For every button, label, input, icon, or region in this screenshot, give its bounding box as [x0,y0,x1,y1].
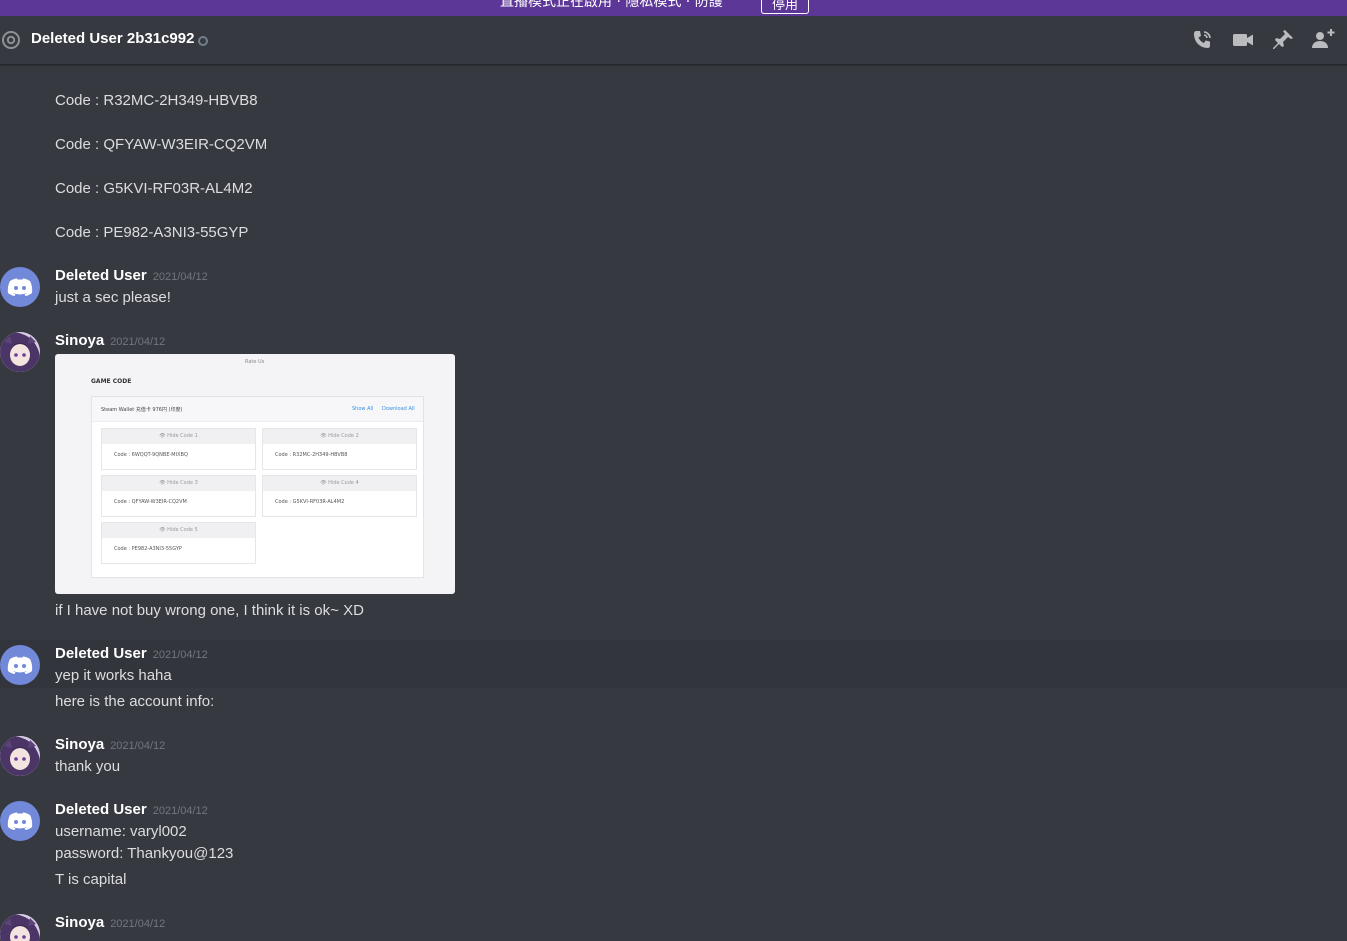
message-text: thank you [55,758,121,775]
embed-code-box: 👁 Hide Code 3 Code : QFYAW-W3EIR-CQ2VM [101,475,256,517]
embed-download-all: Download All [382,406,415,412]
message-text: password: Thankyou@123 [55,845,234,862]
embed-code-value: Code : G5KVI-RF03R-AL4M2 [275,499,345,505]
banner-text: 直播模式正在啟用 · 隱私模式 · 防護 [500,0,723,10]
author-name[interactable]: Sinoya [55,332,104,349]
embed-code-value: Code : QFYAW-W3EIR-CQ2VM [114,499,187,505]
message-timestamp: 2021/04/12 [152,649,208,661]
message-author[interactable]: Sinoya 2021/04/12 [55,332,165,349]
message-text: T is capital [55,871,127,888]
avatar[interactable] [0,914,40,941]
embed-show-all: Show All [352,406,374,412]
message-author[interactable]: Deleted User 2021/04/12 [55,801,208,818]
streamer-mode-banner: 直播模式正在啟用 · 隱私模式 · 防護 停用 [0,0,1347,16]
message-line: Code : R32MC-2H349-HBVB8 [55,92,258,109]
anime-character-avatar-icon [0,332,40,372]
avatar[interactable] [0,736,40,776]
message-text: here is the account info: [55,693,215,710]
embed-rate-us: Rate Us [245,359,265,365]
avatar[interactable] [0,645,40,685]
author-name[interactable]: Deleted User [55,645,147,662]
embed-code-head: 👁 Hide Code 1 [102,429,255,444]
embed-code-box: 👁 Hide Code 2 Code : R32MC-2H349-HBVB8 [262,428,417,470]
message-timestamp: 2021/04/12 [110,918,166,930]
message-timestamp: 2021/04/12 [152,805,208,817]
avatar[interactable] [0,332,40,372]
embed-code-value: Code : PE982-A3NI3-55GYP [114,546,182,552]
embed-code-value: Code : 6WQQT-9QNBE-MIXBQ [114,452,188,458]
embed-code-head: 👁 Hide Code 2 [263,429,416,444]
message-text: if I have not buy wrong one, I think it … [55,602,364,619]
message-author[interactable]: Deleted User 2021/04/12 [55,645,208,662]
message-feed[interactable]: Code : R32MC-2H349-HBVB8 Code : QFYAW-W3… [0,65,1347,941]
discord-logo-icon [7,278,33,296]
author-name[interactable]: Sinoya [55,914,104,931]
avatar[interactable] [0,267,40,307]
message-author[interactable]: Deleted User 2021/04/12 [55,267,208,284]
video-camera-icon[interactable] [1231,28,1255,52]
avatar[interactable] [0,801,40,841]
message-author[interactable]: Sinoya 2021/04/12 [55,736,165,753]
message-line: Code : G5KVI-RF03R-AL4M2 [55,180,253,197]
embed-code-box: 👁 Hide Code 5 Code : PE982-A3NI3-55GYP [101,522,256,564]
message-author[interactable]: Sinoya 2021/04/12 [55,914,165,931]
message-timestamp: 2021/04/12 [152,271,208,283]
message-text: yep it works haha [55,667,172,684]
anime-character-avatar-icon [0,914,40,941]
discord-logo-icon [7,656,33,674]
embed-code-box: 👁 Hide Code 1 Code : 6WQQT-9QNBE-MIXBQ [101,428,256,470]
embed-card-title: Steam Wallet 充值卡 976円 (印度) [101,407,183,413]
author-name[interactable]: Deleted User [55,267,147,284]
message-timestamp: 2021/04/12 [110,740,166,752]
at-icon [2,31,20,49]
image-attachment[interactable]: Rate Us GAME CODE Steam Wallet 充值卡 976円 … [55,354,455,594]
author-name[interactable]: Sinoya [55,736,104,753]
phone-call-icon[interactable] [1190,28,1214,52]
embed-heading: GAME CODE [91,378,132,385]
discord-logo-icon [7,812,33,830]
message-text: just a sec please! [55,289,171,306]
message-line: Code : PE982-A3NI3-55GYP [55,224,249,241]
embed-card: Steam Wallet 充值卡 976円 (印度) Show All Down… [91,396,424,578]
pin-icon[interactable] [1271,28,1295,52]
author-name[interactable]: Deleted User [55,801,147,818]
add-friend-icon[interactable] [1311,28,1335,52]
banner-disable-button[interactable]: 停用 [761,0,809,14]
anime-character-avatar-icon [0,736,40,776]
message-line: Code : QFYAW-W3EIR-CQ2VM [55,136,268,153]
message-timestamp: 2021/04/12 [110,336,166,348]
embed-code-box: 👁 Hide Code 4 Code : G5KVI-RF03R-AL4M2 [262,475,417,517]
message-text: username: varyl002 [55,823,187,840]
embed-code-value: Code : R32MC-2H349-HBVB8 [275,452,348,458]
embed-code-head: 👁 Hide Code 5 [102,523,255,538]
page-title: Deleted User 2b31c992 [31,30,195,47]
embed-code-head: 👁 Hide Code 4 [263,476,416,491]
offline-status-icon [198,36,208,46]
channel-header: Deleted User 2b31c992 [0,16,1347,65]
embed-code-head: 👁 Hide Code 3 [102,476,255,491]
